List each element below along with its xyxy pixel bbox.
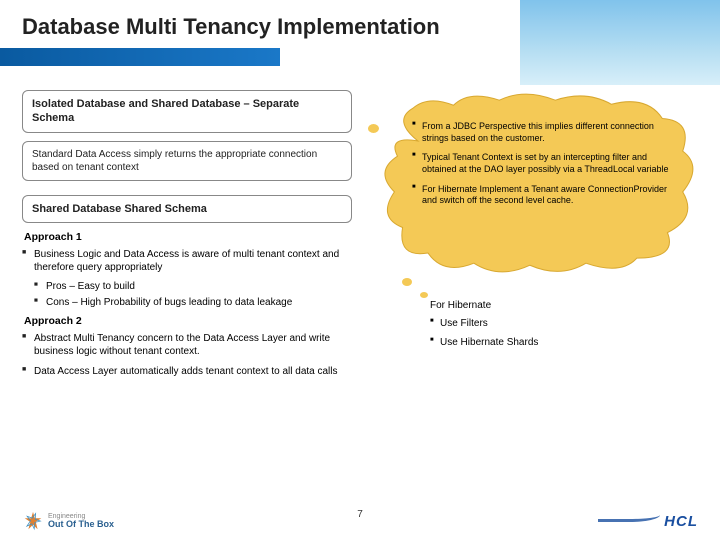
- right-column: From a JDBC Perspective this implies dif…: [372, 90, 698, 382]
- hcl-logo-text: HCL: [664, 513, 698, 530]
- approach-2-label: Approach 2: [24, 315, 352, 327]
- isolated-db-body-box: Standard Data Access simply returns the …: [22, 141, 352, 181]
- cloud-bullet-context: Typical Tenant Context is set by an inte…: [412, 149, 678, 180]
- approach-1-label: Approach 1: [24, 231, 352, 243]
- cloud-bullet-jdbc: From a JDBC Perspective this implies dif…: [412, 118, 678, 149]
- approach-2-bullet-1: Abstract Multi Tenancy concern to the Da…: [22, 330, 352, 363]
- hcl-swoosh-icon: [598, 508, 660, 522]
- out-of-the-box-logo: Engineering Out Of The Box: [22, 510, 114, 532]
- hcl-logo: HCL: [598, 512, 698, 531]
- oob-logo-bottom-text: Out Of The Box: [48, 520, 114, 529]
- cloud-tail-bubble: [420, 292, 428, 298]
- approach-1-bullet: Business Logic and Data Access is aware …: [22, 246, 352, 279]
- cloud-bullet-hibernate: For Hibernate Implement a Tenant aware C…: [412, 181, 678, 212]
- star-icon: [22, 510, 44, 532]
- callout-cloud: From a JDBC Perspective this implies dif…: [372, 90, 698, 275]
- shared-db-heading-box: Shared Database Shared Schema: [22, 195, 352, 223]
- title-underline-bar: [0, 48, 280, 66]
- cloud-tail-bubble: [368, 124, 379, 133]
- footer: Engineering Out Of The Box HCL: [22, 510, 698, 532]
- cloud-text-content: From a JDBC Perspective this implies dif…: [412, 118, 678, 212]
- approach-1-pros: Pros – Easy to build: [22, 279, 352, 295]
- content-area: Isolated Database and Shared Database – …: [22, 90, 698, 382]
- approach-1-cons: Cons – High Probability of bugs leading …: [22, 295, 352, 311]
- header-sky-graphic: [520, 0, 720, 85]
- cloud-tail-bubble: [402, 278, 412, 286]
- left-column: Isolated Database and Shared Database – …: [22, 90, 352, 382]
- isolated-db-heading-box: Isolated Database and Shared Database – …: [22, 90, 352, 133]
- approach-2-bullet-2: Data Access Layer automatically adds ten…: [22, 363, 352, 383]
